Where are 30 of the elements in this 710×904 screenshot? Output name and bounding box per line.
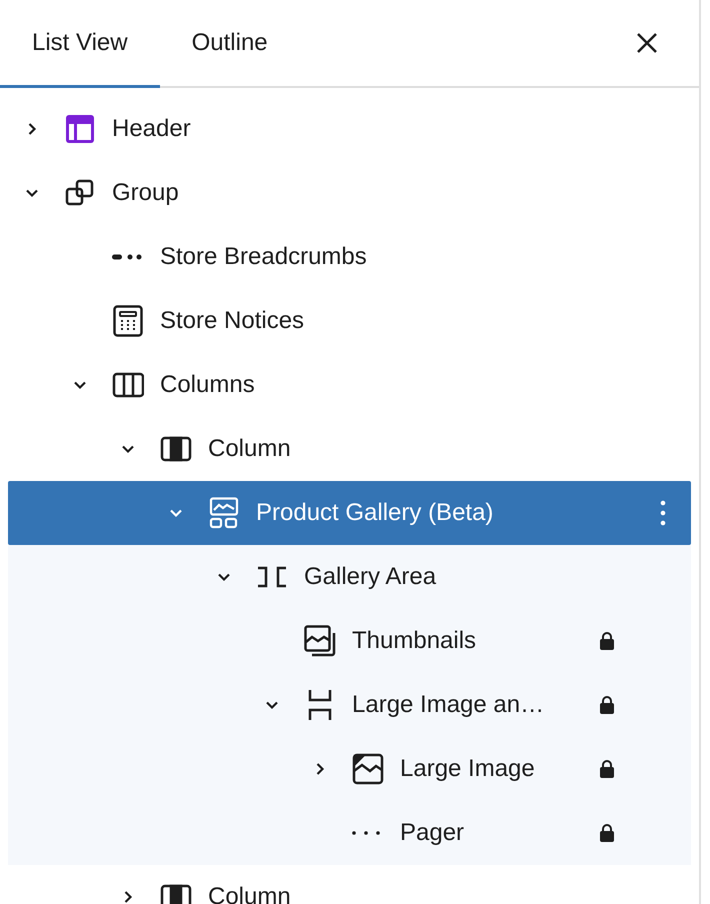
dots-icon xyxy=(352,831,380,835)
block-label: Header xyxy=(112,114,191,144)
block-label: Large Image an… xyxy=(352,690,544,720)
block-label: Store Notices xyxy=(160,306,304,336)
tree-item[interactable]: Pager xyxy=(8,801,691,865)
block-label: Product Gallery (Beta) xyxy=(256,498,494,528)
gallery-icon xyxy=(208,497,240,529)
image-icon xyxy=(352,753,384,785)
block-label: Group xyxy=(112,178,179,208)
calculator-icon xyxy=(112,305,144,337)
tree-item[interactable]: Large Image an… xyxy=(8,673,691,737)
more-options-icon[interactable] xyxy=(659,499,667,527)
header-layout-icon xyxy=(64,113,96,145)
tree-item[interactable]: Thumbnails xyxy=(8,609,691,673)
tree-item[interactable]: Large Image xyxy=(8,737,691,801)
stacked-images-icon xyxy=(304,625,336,657)
block-label: Gallery Area xyxy=(304,562,436,592)
tab[interactable]: List View xyxy=(0,0,160,88)
block-label: Column xyxy=(208,434,291,464)
close-icon xyxy=(636,32,658,54)
breadcrumbs-icon xyxy=(112,254,142,260)
block-label: Column xyxy=(208,882,291,904)
block-label: Pager xyxy=(400,818,464,848)
tab[interactable]: Outline xyxy=(160,0,300,88)
block-label: Columns xyxy=(160,370,255,400)
block-label: Store Breadcrumbs xyxy=(160,242,367,272)
block-label: Large Image xyxy=(400,754,535,784)
tree-item[interactable]: Product Gallery (Beta) xyxy=(8,481,691,545)
block-label: Thumbnails xyxy=(352,626,476,656)
tree-item[interactable]: Gallery Area xyxy=(8,545,691,609)
